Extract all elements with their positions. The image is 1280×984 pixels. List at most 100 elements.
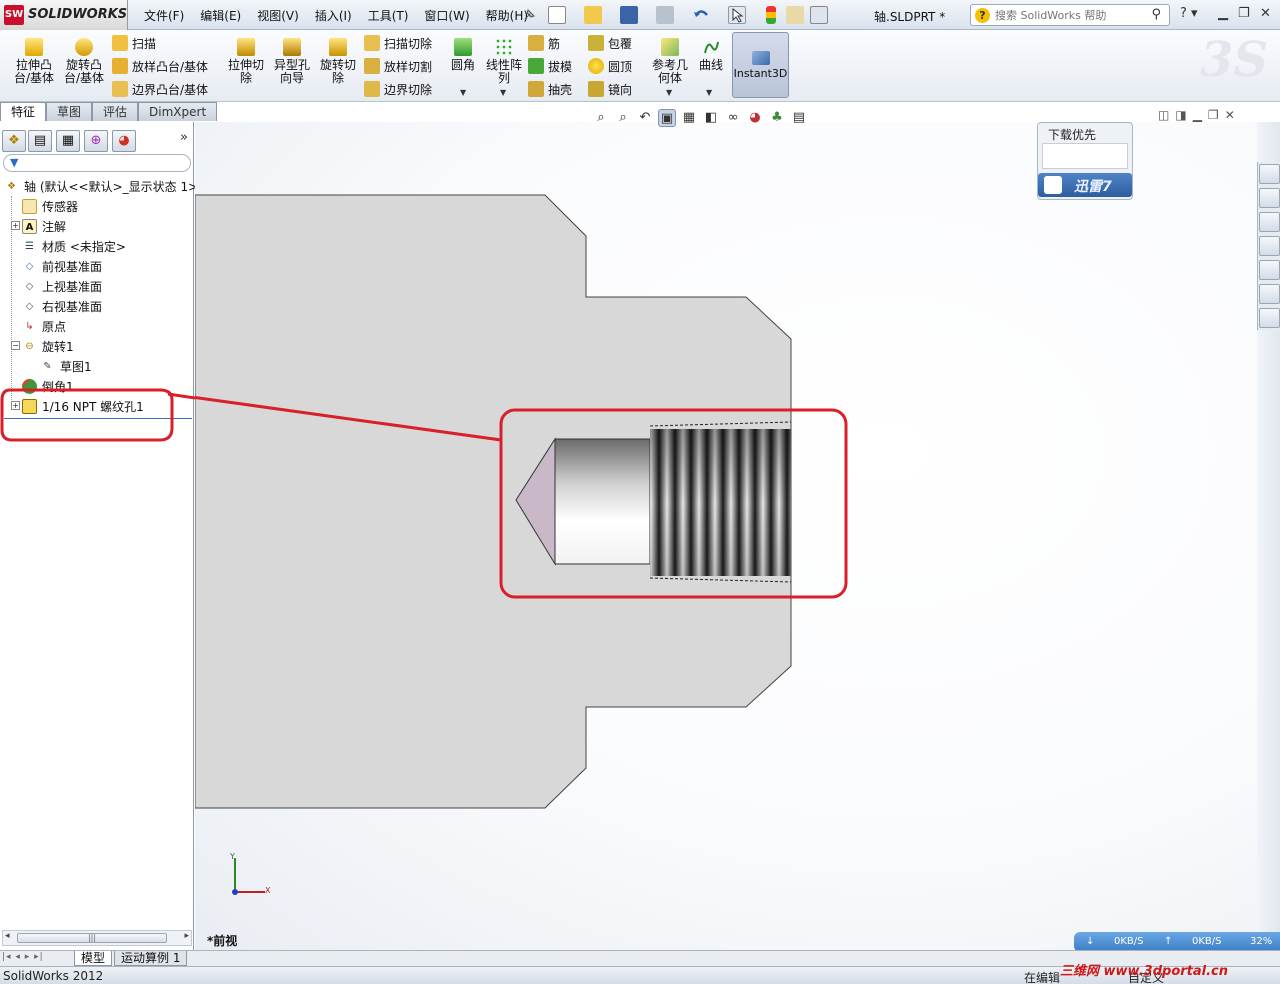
feature-tree-tab-icon[interactable]: ❖ [2,130,26,152]
tab-evaluate[interactable]: 评估 [92,102,139,121]
sweep-button[interactable]: 扫描 [112,34,156,52]
mirror-button[interactable]: 镜向 [588,80,632,98]
print-icon[interactable] [656,6,674,24]
scroll-left-icon[interactable]: ◂ [5,931,10,941]
reference-geometry-button[interactable]: 参考几 何体 [650,38,690,85]
tree-item-top-plane[interactable]: ◇ 上视基准面 [22,276,102,296]
wrap-button[interactable]: 包覆 [588,34,632,52]
custom-properties-icon[interactable] [1259,284,1280,304]
new-document-icon[interactable] [548,6,566,24]
xunlei-button[interactable]: 迅雷7 [1038,173,1132,197]
menu-window[interactable]: 窗口(W) [416,7,477,24]
curves-button[interactable]: 曲线 [696,38,726,72]
hole-wizard-button[interactable]: 异型孔 向导 [270,38,314,85]
pattern-dropdown-icon[interactable]: ▼ [500,88,506,97]
file-explorer-icon[interactable] [1259,212,1280,232]
graphics-area[interactable]: Y X *前视 [195,122,1257,950]
tab-motion-study[interactable]: 运动算例 1 [114,951,188,966]
tab-nav-arrows-icon[interactable]: |◂ ◂ ▸ ▸| [2,952,44,962]
solidworks-forum-icon[interactable] [1259,308,1280,328]
download-priority-label[interactable]: 下载优先 [1048,126,1096,143]
tree-item-right-plane[interactable]: ◇ 右视基准面 [22,296,102,316]
dimxpert-tab-icon[interactable]: ⊕ [84,130,108,152]
fillet-dropdown-icon[interactable]: ▼ [460,88,466,97]
save-icon[interactable] [620,6,638,24]
scroll-right-icon[interactable]: ▸ [184,931,189,941]
viewport-split-icon[interactable]: ◨ [1175,108,1186,122]
tree-item-origin[interactable]: ↳ 原点 [22,316,66,336]
menu-insert[interactable]: 插入(I) [307,7,360,24]
view-settings-icon[interactable]: ▤ [790,109,808,127]
ref-geometry-dropdown-icon[interactable]: ▼ [666,88,672,97]
boundary-cut-button[interactable]: 边界切除 [364,80,432,98]
doc-minimize-icon[interactable]: ▁ [1193,108,1202,122]
section-view-icon[interactable]: ▣ [658,109,676,127]
revolve-cut-button[interactable]: 旋转切 除 [316,38,360,85]
property-manager-tab-icon[interactable]: ▤ [28,130,52,152]
design-library-icon[interactable] [1259,188,1280,208]
tree-filter[interactable]: ▼ [3,154,191,172]
tab-model[interactable]: 模型 [74,951,113,966]
tree-item-annotations[interactable]: + A 注解 [11,216,66,236]
help-dropdown-icon[interactable]: ? ▾ [1180,6,1198,21]
options-icon[interactable] [810,6,828,24]
tree-item-material[interactable]: ☰ 材质 <未指定> [22,236,126,256]
pin-icon[interactable] [520,6,538,24]
fillet-button[interactable]: 圆角 [448,38,478,72]
viewport-tile-icon[interactable]: ◫ [1158,108,1169,122]
tree-item-sensors[interactable]: 传感器 [22,196,78,216]
solidworks-resources-icon[interactable] [1259,164,1280,184]
open-folder-icon[interactable] [584,6,602,24]
extrude-cut-button[interactable]: 拉伸切 除 [224,38,268,85]
shell-button[interactable]: 抽壳 [528,80,572,98]
extrude-boss-button[interactable]: 拉伸凸 台/基体 [10,38,58,85]
close-icon[interactable]: ✕ [1260,6,1271,21]
tree-horizontal-scrollbar[interactable]: ◂ ||| ▸ [2,930,192,946]
apply-scene-icon[interactable]: ♣ [768,109,786,127]
search-icon[interactable]: ⚲ [1151,7,1161,22]
file-properties-icon[interactable] [786,6,804,24]
collapse-icon[interactable]: − [11,341,20,350]
draft-button[interactable]: 拔模 [528,57,572,75]
more-tabs-icon[interactable]: » [180,130,188,145]
solidworks-logo[interactable]: SW SOLIDWORKS [0,0,128,30]
display-manager-tab-icon[interactable]: ◕ [112,130,136,152]
help-search[interactable]: ? ⚲ [970,4,1170,26]
zoom-area-icon[interactable]: ⌕ [614,109,632,127]
tab-features[interactable]: 特征 [0,102,47,121]
select-arrow-icon[interactable] [728,6,746,24]
configuration-tab-icon[interactable]: ▦ [56,130,80,152]
revolve-boss-button[interactable]: 旋转凸 台/基体 [60,38,108,85]
previous-view-icon[interactable]: ↶ [636,109,654,127]
restore-icon[interactable]: ❐ [1238,6,1250,21]
traffic-light-icon[interactable] [766,6,776,24]
menu-edit[interactable]: 编辑(E) [192,7,249,24]
loft-boss-button[interactable]: 放样凸台/基体 [112,57,208,75]
zoom-fit-icon[interactable]: ⌕ [592,109,610,127]
rib-button[interactable]: 筋 [528,34,560,52]
curves-dropdown-icon[interactable]: ▼ [706,88,712,97]
tree-item-revolve1[interactable]: − ⊖ 旋转1 [11,336,74,356]
edit-appearance-icon[interactable]: ◕ [746,109,764,127]
view-orientation-icon[interactable]: ▦ [680,109,698,127]
tree-item-sketch1[interactable]: ✎ 草图1 [40,356,91,376]
boundary-boss-button[interactable]: 边界凸台/基体 [112,80,208,98]
tree-item-front-plane[interactable]: ◇ 前视基准面 [22,256,102,276]
instant3d-button[interactable]: Instant3D [732,32,789,98]
undo-icon[interactable] [692,6,710,24]
display-style-icon[interactable]: ◧ [702,109,720,127]
help-search-input[interactable] [995,7,1140,23]
dome-button[interactable]: 圆顶 [588,57,632,75]
view-palette-icon[interactable] [1259,236,1280,256]
doc-close-icon[interactable]: ✕ [1225,108,1235,122]
sweep-cut-button[interactable]: 扫描切除 [364,34,432,52]
loft-cut-button[interactable]: 放样切割 [364,57,432,75]
linear-pattern-button[interactable]: 线性阵 列 [484,38,524,85]
tab-sketch[interactable]: 草图 [46,102,93,121]
menu-file[interactable]: 文件(F) [136,7,192,24]
menu-view[interactable]: 视图(V) [249,7,307,24]
minimize-icon[interactable]: ▁ [1218,6,1228,21]
expand-icon[interactable]: + [11,221,20,230]
appearances-icon[interactable] [1259,260,1280,280]
download-widget[interactable]: 下载优先 迅雷7 [1037,122,1133,200]
